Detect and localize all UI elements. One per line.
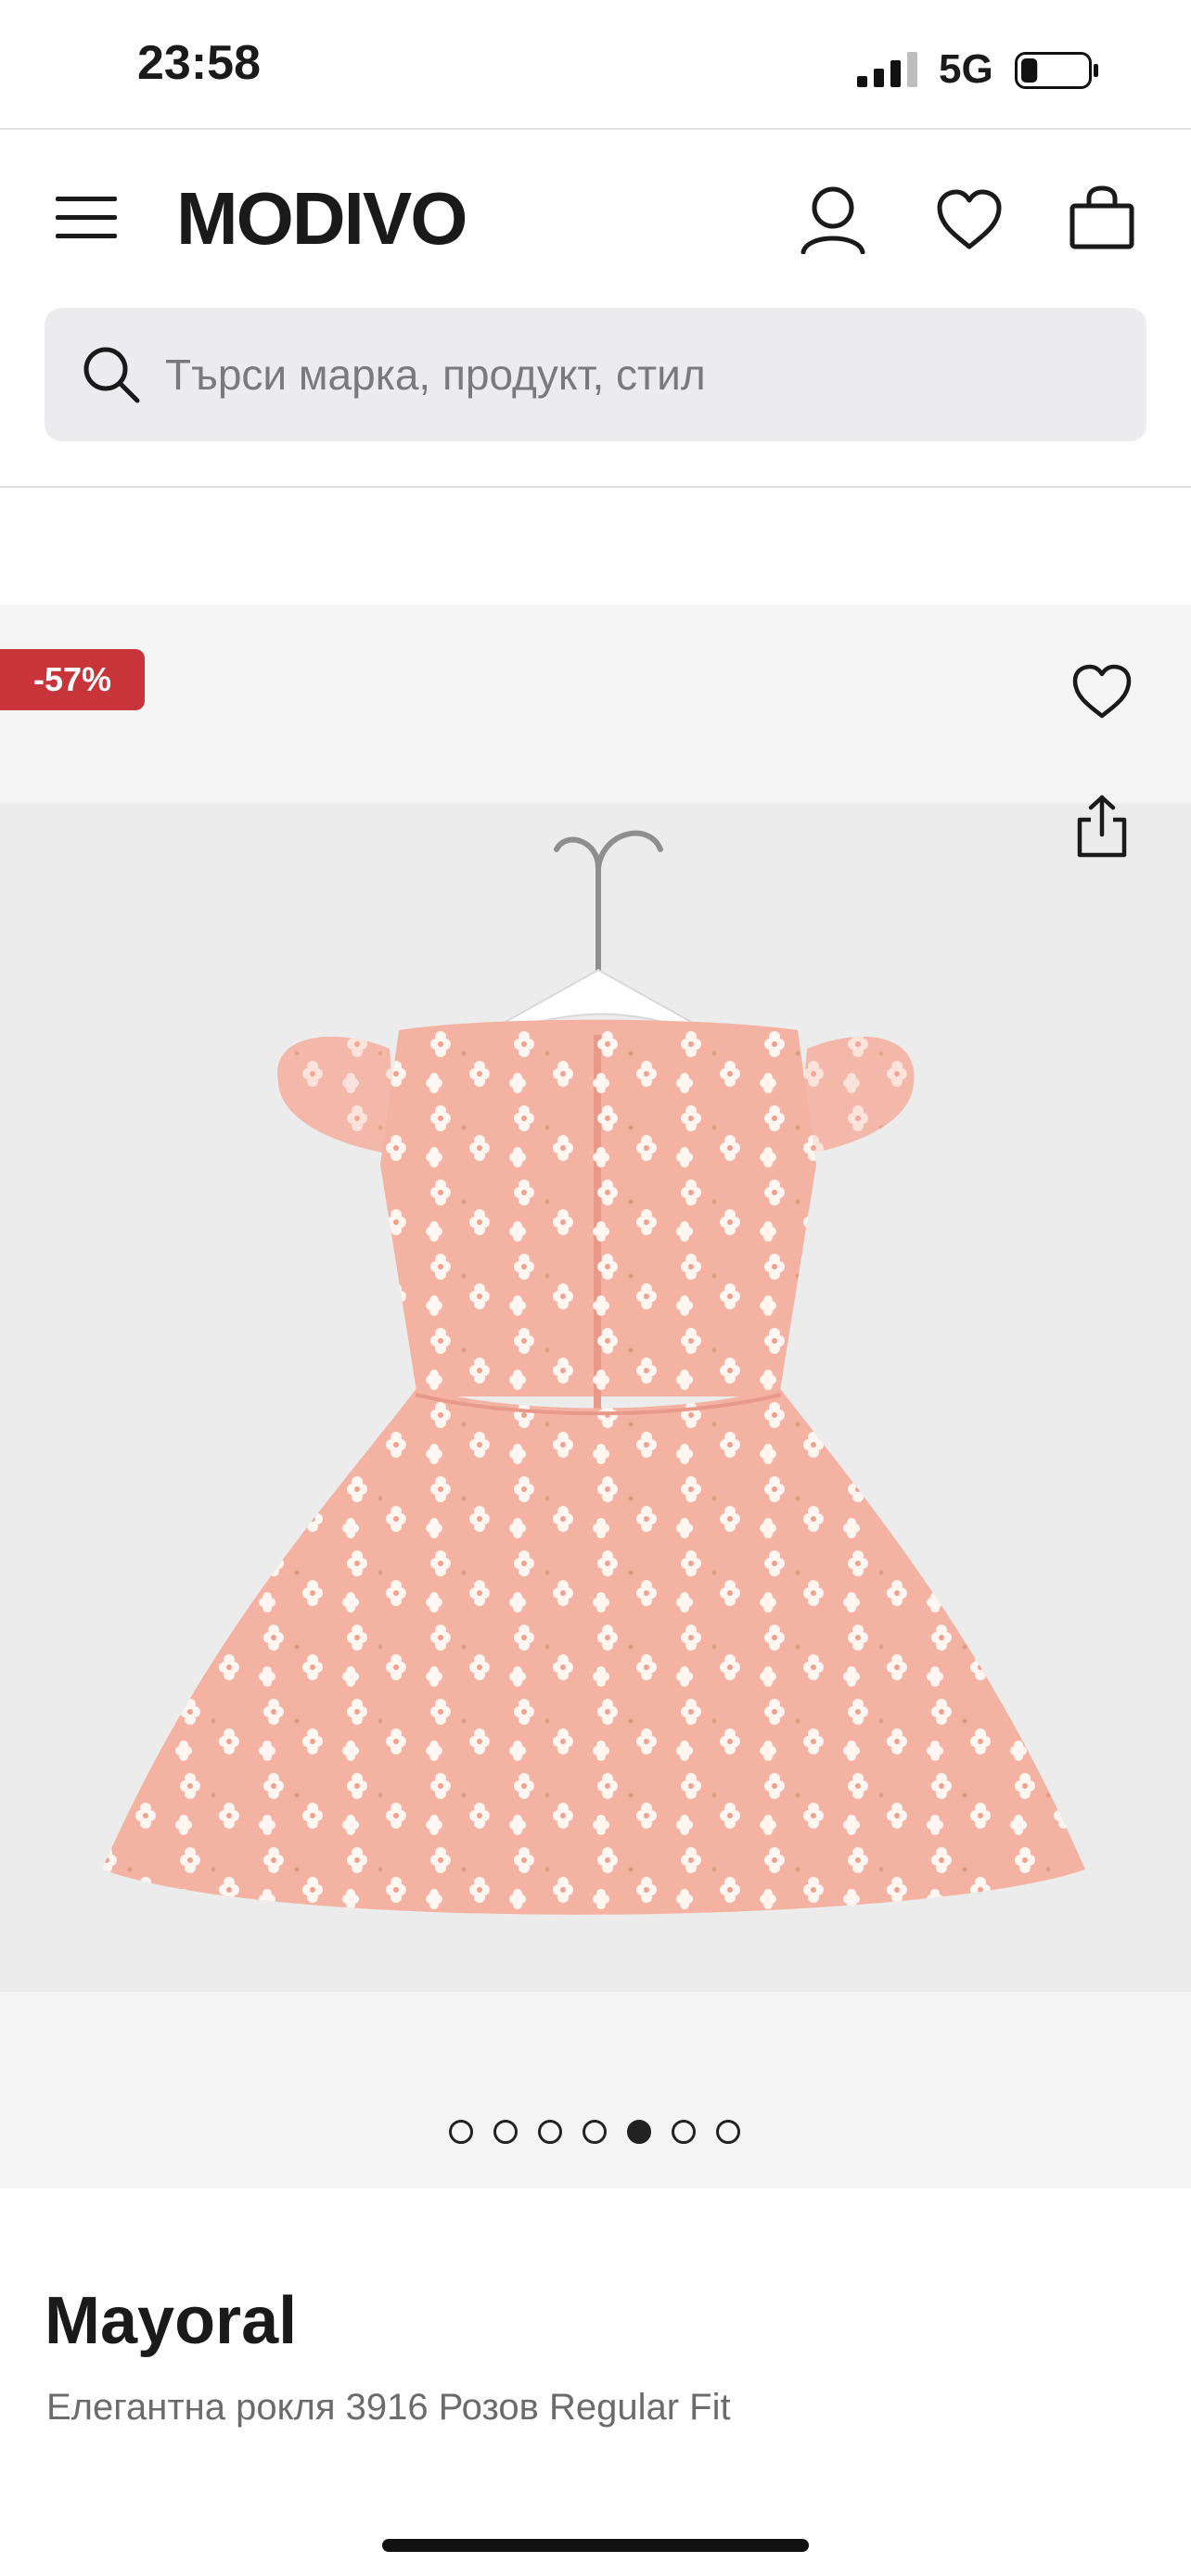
gallery-dot[interactable]: [583, 2120, 607, 2144]
gallery-dot[interactable]: [716, 2120, 740, 2144]
gallery-pagination[interactable]: [449, 2120, 742, 2148]
header-divider: [0, 486, 1191, 488]
shopping-bag-icon[interactable]: [1069, 185, 1135, 250]
heart-icon[interactable]: [937, 189, 1002, 250]
share-icon[interactable]: [1072, 794, 1132, 859]
search-input[interactable]: [165, 345, 1093, 404]
product-name: Елегантна рокля 3916 Розов Regular Fit: [46, 2387, 731, 2428]
account-icon[interactable]: [800, 185, 866, 254]
gallery-dot[interactable]: [627, 2120, 651, 2144]
status-divider: [0, 128, 1191, 130]
product-brand[interactable]: Mayoral: [45, 2283, 297, 2359]
product-image[interactable]: [0, 803, 1191, 1992]
discount-badge: -57%: [0, 649, 145, 710]
signal-bars-icon: [857, 52, 917, 87]
status-time: 23:58: [137, 36, 261, 90]
gallery-bottom-area: [0, 1992, 1191, 2188]
search-icon[interactable]: [82, 345, 141, 404]
home-indicator: [382, 2539, 809, 2552]
gallery-top-area: [0, 605, 1191, 803]
wishlist-heart-icon[interactable]: [1072, 664, 1132, 720]
battery-icon: [1015, 52, 1098, 89]
menu-icon[interactable]: [56, 195, 122, 241]
gallery-dot[interactable]: [449, 2120, 473, 2144]
gallery-dot[interactable]: [538, 2120, 562, 2144]
gallery-dot[interactable]: [672, 2120, 696, 2144]
gallery-dot[interactable]: [493, 2120, 518, 2144]
dress-illustration: [102, 830, 1085, 1915]
network-type: 5G: [939, 46, 993, 92]
modivo-logo[interactable]: MODIVO: [176, 172, 467, 265]
